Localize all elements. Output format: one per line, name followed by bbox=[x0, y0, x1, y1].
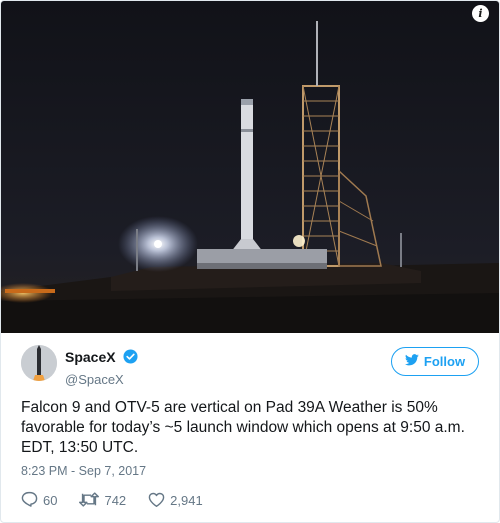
verified-badge-icon bbox=[123, 349, 138, 369]
info-icon[interactable]: i bbox=[472, 5, 489, 22]
retweet-button[interactable]: 742 bbox=[79, 491, 126, 510]
retweet-count: 742 bbox=[104, 493, 127, 508]
avatar[interactable] bbox=[21, 345, 57, 381]
follow-button[interactable]: Follow bbox=[391, 347, 479, 376]
tweet-actions: 60 742 2,941 bbox=[21, 491, 203, 510]
author-names: SpaceX @SpaceX bbox=[65, 349, 138, 387]
tweet-text: Falcon 9 and OTV-5 are vertical on Pad 3… bbox=[21, 399, 465, 456]
reply-button[interactable]: 60 bbox=[21, 491, 57, 510]
like-button[interactable]: 2,941 bbox=[148, 491, 203, 510]
author-display-name[interactable]: SpaceX bbox=[65, 349, 116, 365]
retweet-icon bbox=[79, 491, 100, 510]
follow-button-label: Follow bbox=[423, 354, 466, 369]
tweet-card: i SpaceX @SpaceX Follow Falcon 9 and OTV… bbox=[0, 0, 500, 523]
launch-pad-photo[interactable] bbox=[1, 1, 500, 333]
heart-icon bbox=[148, 492, 165, 510]
author-handle[interactable]: @SpaceX bbox=[65, 372, 138, 387]
like-count: 2,941 bbox=[170, 493, 203, 508]
twitter-bird-icon bbox=[404, 354, 419, 369]
reply-count: 60 bbox=[43, 493, 58, 508]
reply-icon bbox=[21, 491, 38, 510]
tweet-header: SpaceX @SpaceX Follow bbox=[21, 343, 481, 387]
tweet-timestamp[interactable]: 8:23 PM - Sep 7, 2017 bbox=[21, 464, 146, 478]
